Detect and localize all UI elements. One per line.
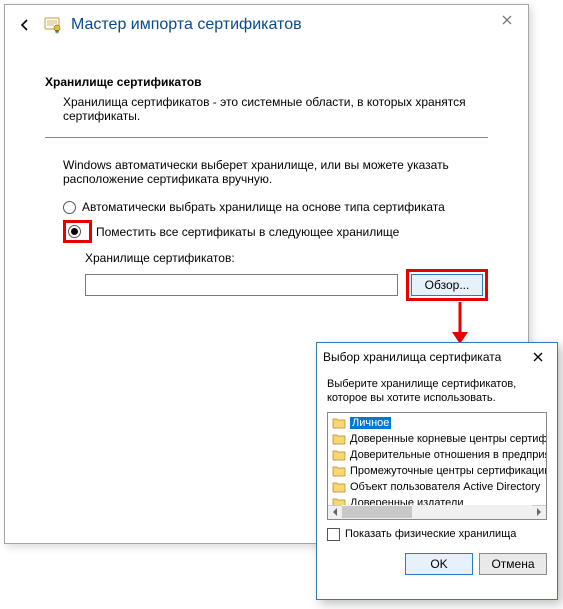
show-physical-label: Показать физические хранилища (345, 528, 516, 540)
divider (45, 137, 488, 138)
radio-place-row[interactable]: Поместить все сертификаты в следующее хр… (63, 220, 488, 243)
tree-item-enterprise-trust[interactable]: Доверительные отношения в предприяти (328, 447, 546, 463)
folder-icon (332, 481, 346, 493)
store-block: Хранилище сертификатов: Обзор... (85, 251, 488, 301)
back-arrow-icon (18, 18, 32, 32)
tree-item-trusted-root[interactable]: Доверенные корневые центры сертифика (328, 431, 546, 447)
section-description: Хранилища сертификатов - это системные о… (45, 95, 488, 133)
store-tree-inner: Личное Доверенные корневые центры сертиф… (328, 413, 546, 511)
dialog-lead-text: Выберите хранилище сертификатов, которое… (327, 377, 547, 406)
folder-icon (332, 465, 346, 477)
tree-item-ad-user-object[interactable]: Объект пользователя Active Directory (328, 479, 546, 495)
dialog-buttons: OK Отмена (327, 553, 547, 575)
close-icon (502, 15, 512, 25)
chevron-right-icon (536, 508, 542, 516)
radio-auto-label: Автоматически выбрать хранилище на основ… (82, 200, 445, 214)
store-input[interactable] (85, 274, 398, 296)
folder-icon (332, 433, 346, 445)
back-button[interactable] (13, 13, 37, 37)
scroll-right-button[interactable] (532, 505, 546, 519)
tree-item-personal[interactable]: Личное (328, 415, 546, 431)
ok-button[interactable]: OK (405, 553, 473, 575)
tree-item-label: Объект пользователя Active Directory (350, 481, 540, 493)
dialog-body: Выберите хранилище сертификатов, которое… (317, 371, 557, 583)
wizard-title: Мастер импорта сертификатов (71, 16, 302, 34)
horizontal-scrollbar[interactable] (328, 505, 546, 519)
tree-item-label: Доверенные корневые центры сертифика (350, 433, 547, 445)
tree-item-label: Доверительные отношения в предприяти (350, 449, 547, 461)
tree-item-intermediate[interactable]: Промежуточные центры сертификации (328, 463, 546, 479)
show-physical-checkbox[interactable] (327, 528, 340, 541)
tree-item-label: Промежуточные центры сертификации (350, 465, 547, 477)
dialog-titlebar: Выбор хранилища сертификата (317, 343, 557, 371)
certificate-icon (43, 15, 63, 35)
show-physical-row[interactable]: Показать физические хранилища (327, 528, 547, 541)
dialog-close-button[interactable] (525, 347, 551, 367)
dialog-title: Выбор хранилища сертификата (323, 350, 501, 364)
tree-item-label: Личное (350, 417, 391, 429)
folder-icon (332, 449, 346, 461)
wizard-titlebar: Мастер импорта сертификатов (5, 5, 528, 45)
scroll-left-button[interactable] (328, 505, 342, 519)
section-title: Хранилище сертификатов (45, 75, 488, 89)
store-tree[interactable]: Личное Доверенные корневые центры сертиф… (327, 412, 547, 520)
radio-auto-row[interactable]: Автоматически выбрать хранилище на основ… (63, 200, 488, 214)
browse-highlight: Обзор... (406, 269, 488, 301)
scrollbar-track[interactable] (342, 505, 532, 519)
browse-button[interactable]: Обзор... (411, 274, 483, 296)
folder-icon (332, 417, 346, 429)
cancel-button[interactable]: Отмена (479, 553, 547, 575)
wizard-close-button[interactable] (492, 9, 522, 31)
chevron-left-icon (332, 508, 338, 516)
radio-place-label: Поместить все сертификаты в следующее хр… (96, 225, 399, 239)
store-label: Хранилище сертификатов: (85, 251, 488, 265)
wizard-body: Хранилище сертификатов Хранилища сертифи… (5, 45, 528, 311)
store-row: Обзор... (85, 269, 488, 301)
radio-place-highlight (63, 220, 92, 243)
scrollbar-thumb[interactable] (342, 506, 412, 518)
radio-place[interactable] (68, 225, 81, 238)
store-dialog: Выбор хранилища сертификата Выберите хра… (316, 342, 558, 600)
wizard-lead-text: Windows автоматически выберет хранилище,… (45, 158, 488, 186)
close-icon (533, 352, 543, 362)
radio-auto[interactable] (63, 201, 76, 214)
